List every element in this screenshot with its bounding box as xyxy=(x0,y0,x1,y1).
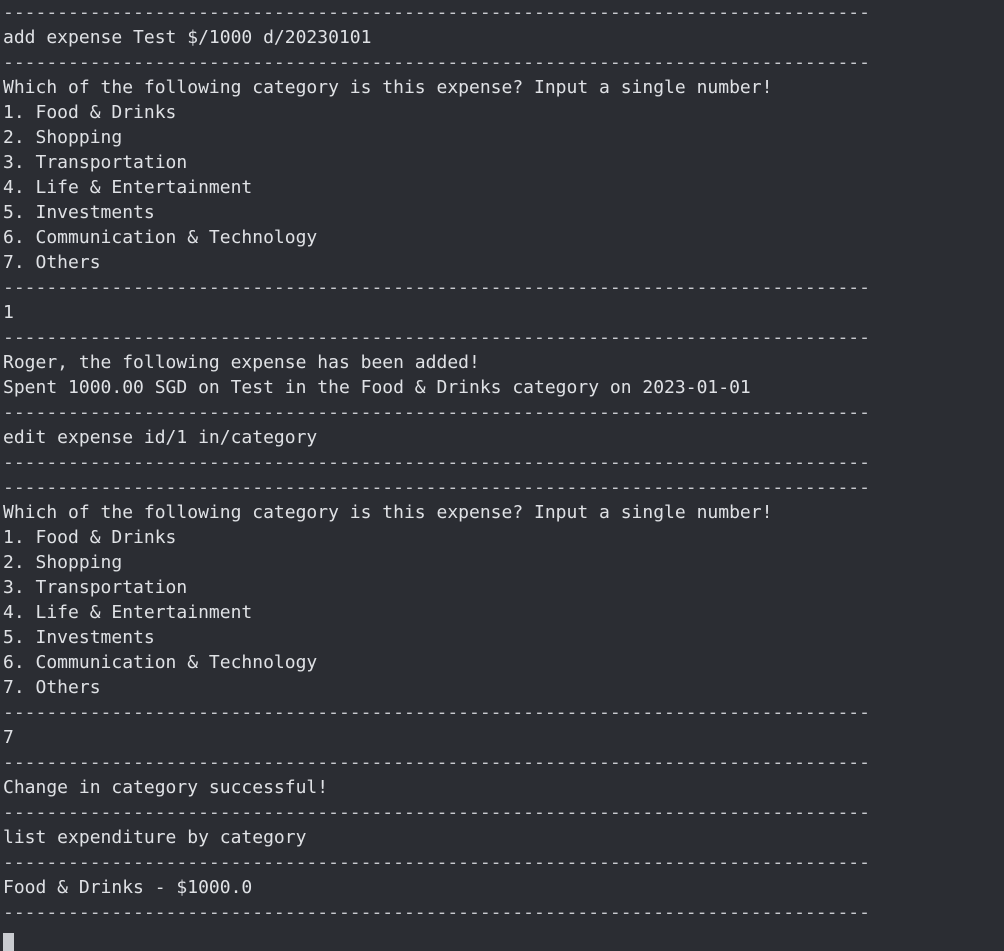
separator-line: ----------------------------------------… xyxy=(3,277,870,298)
category-option: 5. Investments xyxy=(3,202,155,223)
user-input: 1 xyxy=(3,302,14,323)
separator-line: ----------------------------------------… xyxy=(3,752,870,773)
user-command: list expenditure by category xyxy=(3,827,307,848)
input-line[interactable] xyxy=(0,925,1004,951)
separator-line: ----------------------------------------… xyxy=(3,702,870,723)
category-option: 2. Shopping xyxy=(3,552,123,573)
separator-line: ----------------------------------------… xyxy=(3,452,870,473)
output-line: Roger, the following expense has been ad… xyxy=(3,352,480,373)
category-option: 1. Food & Drinks xyxy=(3,102,177,123)
terminal-output[interactable]: ----------------------------------------… xyxy=(0,0,1004,951)
category-option: 4. Life & Entertainment xyxy=(3,177,253,198)
separator-line: ----------------------------------------… xyxy=(3,327,870,348)
separator-line: ----------------------------------------… xyxy=(3,852,870,873)
category-option: 7. Others xyxy=(3,252,101,273)
category-option: 3. Transportation xyxy=(3,577,188,598)
text-cursor xyxy=(3,933,14,951)
prompt-line: Which of the following category is this … xyxy=(3,502,773,523)
user-command: edit expense id/1 in/category xyxy=(3,427,318,448)
separator-line: ----------------------------------------… xyxy=(3,2,870,23)
separator-line: ----------------------------------------… xyxy=(3,902,870,923)
separator-line: ----------------------------------------… xyxy=(3,802,870,823)
category-option: 5. Investments xyxy=(3,627,155,648)
separator-line: ----------------------------------------… xyxy=(3,477,870,498)
category-option: 2. Shopping xyxy=(3,127,123,148)
category-option: 6. Communication & Technology xyxy=(3,227,318,248)
output-line: Change in category successful! xyxy=(3,777,329,798)
output-line: Spent 1000.00 SGD on Test in the Food & … xyxy=(3,377,751,398)
category-option: 6. Communication & Technology xyxy=(3,652,318,673)
category-option: 7. Others xyxy=(3,677,101,698)
user-input: 7 xyxy=(3,727,14,748)
category-option: 1. Food & Drinks xyxy=(3,527,177,548)
output-line: Food & Drinks - $1000.0 xyxy=(3,877,253,898)
separator-line: ----------------------------------------… xyxy=(3,52,870,73)
category-option: 3. Transportation xyxy=(3,152,188,173)
user-command: add expense Test $/1000 d/20230101 xyxy=(3,27,372,48)
category-option: 4. Life & Entertainment xyxy=(3,602,253,623)
separator-line: ----------------------------------------… xyxy=(3,402,870,423)
prompt-line: Which of the following category is this … xyxy=(3,77,773,98)
